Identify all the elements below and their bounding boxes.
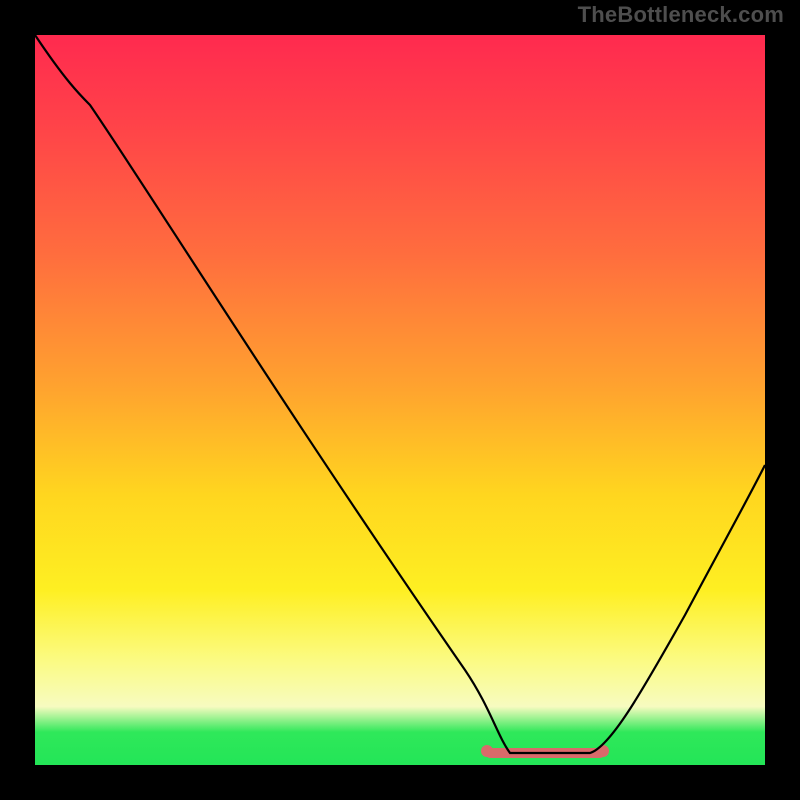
chart-frame: TheBottleneck.com [0,0,800,800]
optimal-flat-segment [481,745,609,757]
curve-layer [35,35,765,765]
gradient-plot-area [35,35,765,765]
attribution-text: TheBottleneck.com [578,2,784,28]
optimal-segment-start-dot [481,745,493,757]
bottleneck-curve [35,35,765,753]
